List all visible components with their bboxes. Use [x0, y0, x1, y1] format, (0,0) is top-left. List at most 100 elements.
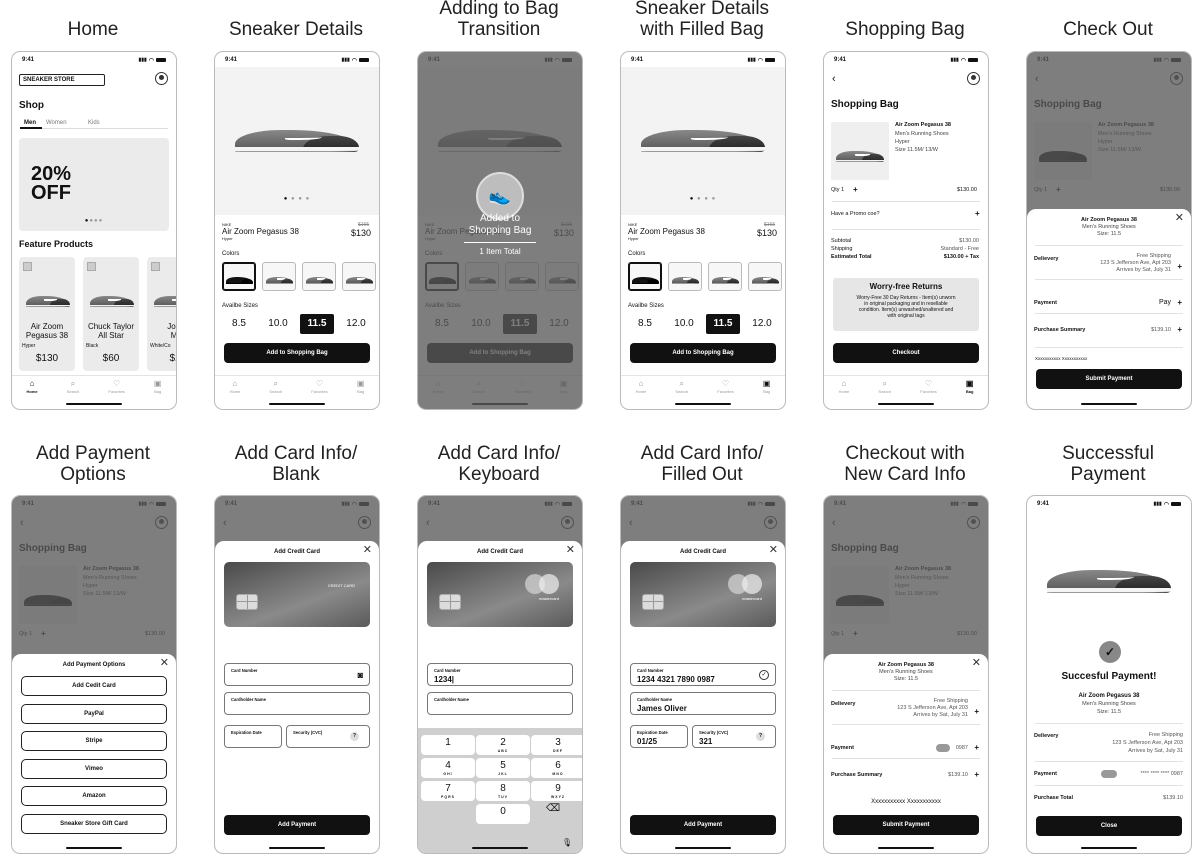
backspace-icon[interactable]: ⌫: [546, 803, 560, 814]
payment-option-button[interactable]: Sneaker Store Gift Card: [21, 813, 167, 834]
close-icon[interactable]: ✕: [769, 545, 778, 556]
category-tab-kids[interactable]: Kids: [88, 120, 100, 126]
keyboard-key[interactable]: 9 WXYZ: [531, 781, 582, 801]
favorite-checkbox[interactable]: [151, 262, 160, 271]
tab-bag[interactable]: ▣Bag: [154, 379, 162, 394]
profile-icon[interactable]: [967, 72, 980, 85]
keyboard-key[interactable]: 8 TUV: [476, 781, 530, 801]
add-to-bag-button[interactable]: Add to Shopping Bag: [224, 343, 370, 363]
payment-plus-icon[interactable]: +: [1177, 299, 1182, 307]
tab-home[interactable]: ⌂Home: [839, 379, 850, 394]
card-number-field[interactable]: Card Number 1234 4321 7890 0987 ✓: [630, 663, 776, 686]
close-icon[interactable]: ✕: [160, 658, 169, 669]
summary-plus-icon[interactable]: +: [1177, 326, 1182, 334]
keyboard-key[interactable]: 6 MNO: [531, 758, 582, 778]
submit-payment-button[interactable]: Submit Payment: [833, 815, 979, 835]
keyboard-key[interactable]: 2 ABC: [476, 735, 530, 755]
favorite-checkbox[interactable]: [23, 262, 32, 271]
tab-search[interactable]: ⌕Search: [878, 379, 891, 394]
keyboard-key[interactable]: 0: [476, 804, 530, 824]
item-detail: Hyper: [895, 139, 910, 145]
cvc-field[interactable]: Security (CVC)?: [286, 725, 370, 748]
category-tab-women[interactable]: Women: [46, 120, 67, 126]
delivery-plus-icon[interactable]: +: [1177, 263, 1182, 271]
microphone-icon[interactable]: 🎙: [562, 838, 572, 847]
summary-plus-icon[interactable]: +: [974, 771, 979, 779]
close-icon[interactable]: ✕: [363, 545, 372, 556]
tab-bag[interactable]: ▣Bag: [763, 379, 771, 394]
help-icon[interactable]: ?: [756, 732, 765, 741]
field-label: Expiration Date: [637, 730, 668, 735]
card-number-field[interactable]: Card Number 1234|: [427, 663, 573, 686]
tab-bag[interactable]: ▣Bag: [357, 379, 365, 394]
profile-icon[interactable]: [155, 72, 168, 85]
payment-option-button[interactable]: Add Cedit Card: [21, 676, 167, 696]
tab-home[interactable]: ⌂Home: [230, 379, 241, 394]
promo-banner[interactable]: 20% OFF ●●●●: [19, 138, 169, 231]
color-swatch[interactable]: [708, 262, 742, 291]
keyboard-key[interactable]: 3 DEF: [531, 735, 582, 755]
add-card-sheet: Add Credit Card ✕ CREDIT CARD #### #### ###…: [215, 541, 379, 853]
tab-search[interactable]: ⌕Search: [675, 379, 688, 394]
size-option[interactable]: 8.5: [222, 314, 256, 334]
payment-option-button[interactable]: Stripe: [21, 731, 167, 751]
add-to-bag-button[interactable]: Add to Shopping Bag: [630, 343, 776, 363]
cardholder-field[interactable]: Cardholder Name: [224, 692, 370, 715]
color-swatch[interactable]: [262, 262, 296, 291]
cvc-field[interactable]: Security (CVC) 321?: [692, 725, 776, 748]
keyboard-key[interactable]: 1: [421, 735, 475, 755]
payment-option-button[interactable]: Vimeo: [21, 758, 167, 779]
cardholder-field[interactable]: Cardholder Name James Oliver: [630, 692, 776, 715]
product-card[interactable]: Chuck Taylor All Star Black $60: [83, 257, 139, 371]
favorite-checkbox[interactable]: [87, 262, 96, 271]
color-swatch[interactable]: [668, 262, 702, 291]
add-payment-button[interactable]: Add Payment: [630, 815, 776, 835]
close-icon[interactable]: ✕: [566, 545, 575, 556]
size-option[interactable]: 12.0: [339, 314, 373, 334]
product-card[interactable]: Air Zoom Pegasus 38 Hyper $130: [19, 257, 75, 371]
tab-search[interactable]: ⌕Search: [67, 379, 80, 394]
expiration-field[interactable]: Expiration Date 01/25: [630, 725, 688, 748]
back-icon[interactable]: ‹: [832, 74, 836, 85]
category-tab-men[interactable]: Men: [24, 120, 36, 126]
keyboard-key[interactable]: 7 PQRS: [421, 781, 475, 801]
payment-option-button[interactable]: PayPal: [21, 703, 167, 724]
tab-favorites[interactable]: ♡Favorites: [920, 379, 936, 394]
keyboard-key[interactable]: 4 GHI: [421, 758, 475, 778]
size-option[interactable]: 11.5: [706, 314, 740, 334]
help-icon[interactable]: ?: [350, 732, 359, 741]
product-size: Size: 11.5: [893, 676, 919, 682]
expiration-field[interactable]: Expiration Date: [224, 725, 282, 748]
payment-plus-icon[interactable]: +: [974, 744, 979, 752]
size-option[interactable]: 10.0: [261, 314, 295, 334]
color-swatch[interactable]: [342, 262, 376, 291]
card-number-field[interactable]: Card Number ◙: [224, 663, 370, 686]
camera-icon[interactable]: ◙: [358, 670, 363, 680]
add-payment-button[interactable]: Add Payment: [224, 815, 370, 835]
size-option[interactable]: 8.5: [628, 314, 662, 334]
tab-home[interactable]: ⌂Home: [636, 379, 647, 394]
tab-favorites[interactable]: ♡Favorites: [108, 379, 124, 394]
size-option[interactable]: 10.0: [667, 314, 701, 334]
promo-plus-icon[interactable]: +: [975, 210, 980, 218]
size-option[interactable]: 11.5: [300, 314, 334, 334]
product-card[interactable]: Jord Mi White/Co $1: [147, 257, 176, 371]
color-swatch[interactable]: [748, 262, 782, 291]
submit-payment-button[interactable]: Submit Payment: [1036, 369, 1182, 389]
color-swatch[interactable]: [302, 262, 336, 291]
tab-favorites[interactable]: ♡Favorites: [717, 379, 733, 394]
tab-home[interactable]: ⌂Home: [27, 379, 38, 394]
size-option[interactable]: 12.0: [745, 314, 779, 334]
tab-favorites[interactable]: ♡Favorites: [311, 379, 327, 394]
qty-plus-icon[interactable]: +: [853, 186, 858, 194]
delivery-plus-icon[interactable]: +: [974, 708, 979, 716]
keyboard-key[interactable]: 5 JKL: [476, 758, 530, 778]
payment-option-button[interactable]: Amazon: [21, 786, 167, 806]
tab-search[interactable]: ⌕Search: [269, 379, 282, 394]
close-button[interactable]: Close: [1036, 816, 1182, 836]
tab-bag[interactable]: ▣Bag: [966, 379, 974, 394]
color-swatch[interactable]: [222, 262, 256, 291]
checkout-button[interactable]: Checkout: [833, 343, 979, 363]
cardholder-field[interactable]: Cardholder Name: [427, 692, 573, 715]
color-swatch[interactable]: [628, 262, 662, 291]
